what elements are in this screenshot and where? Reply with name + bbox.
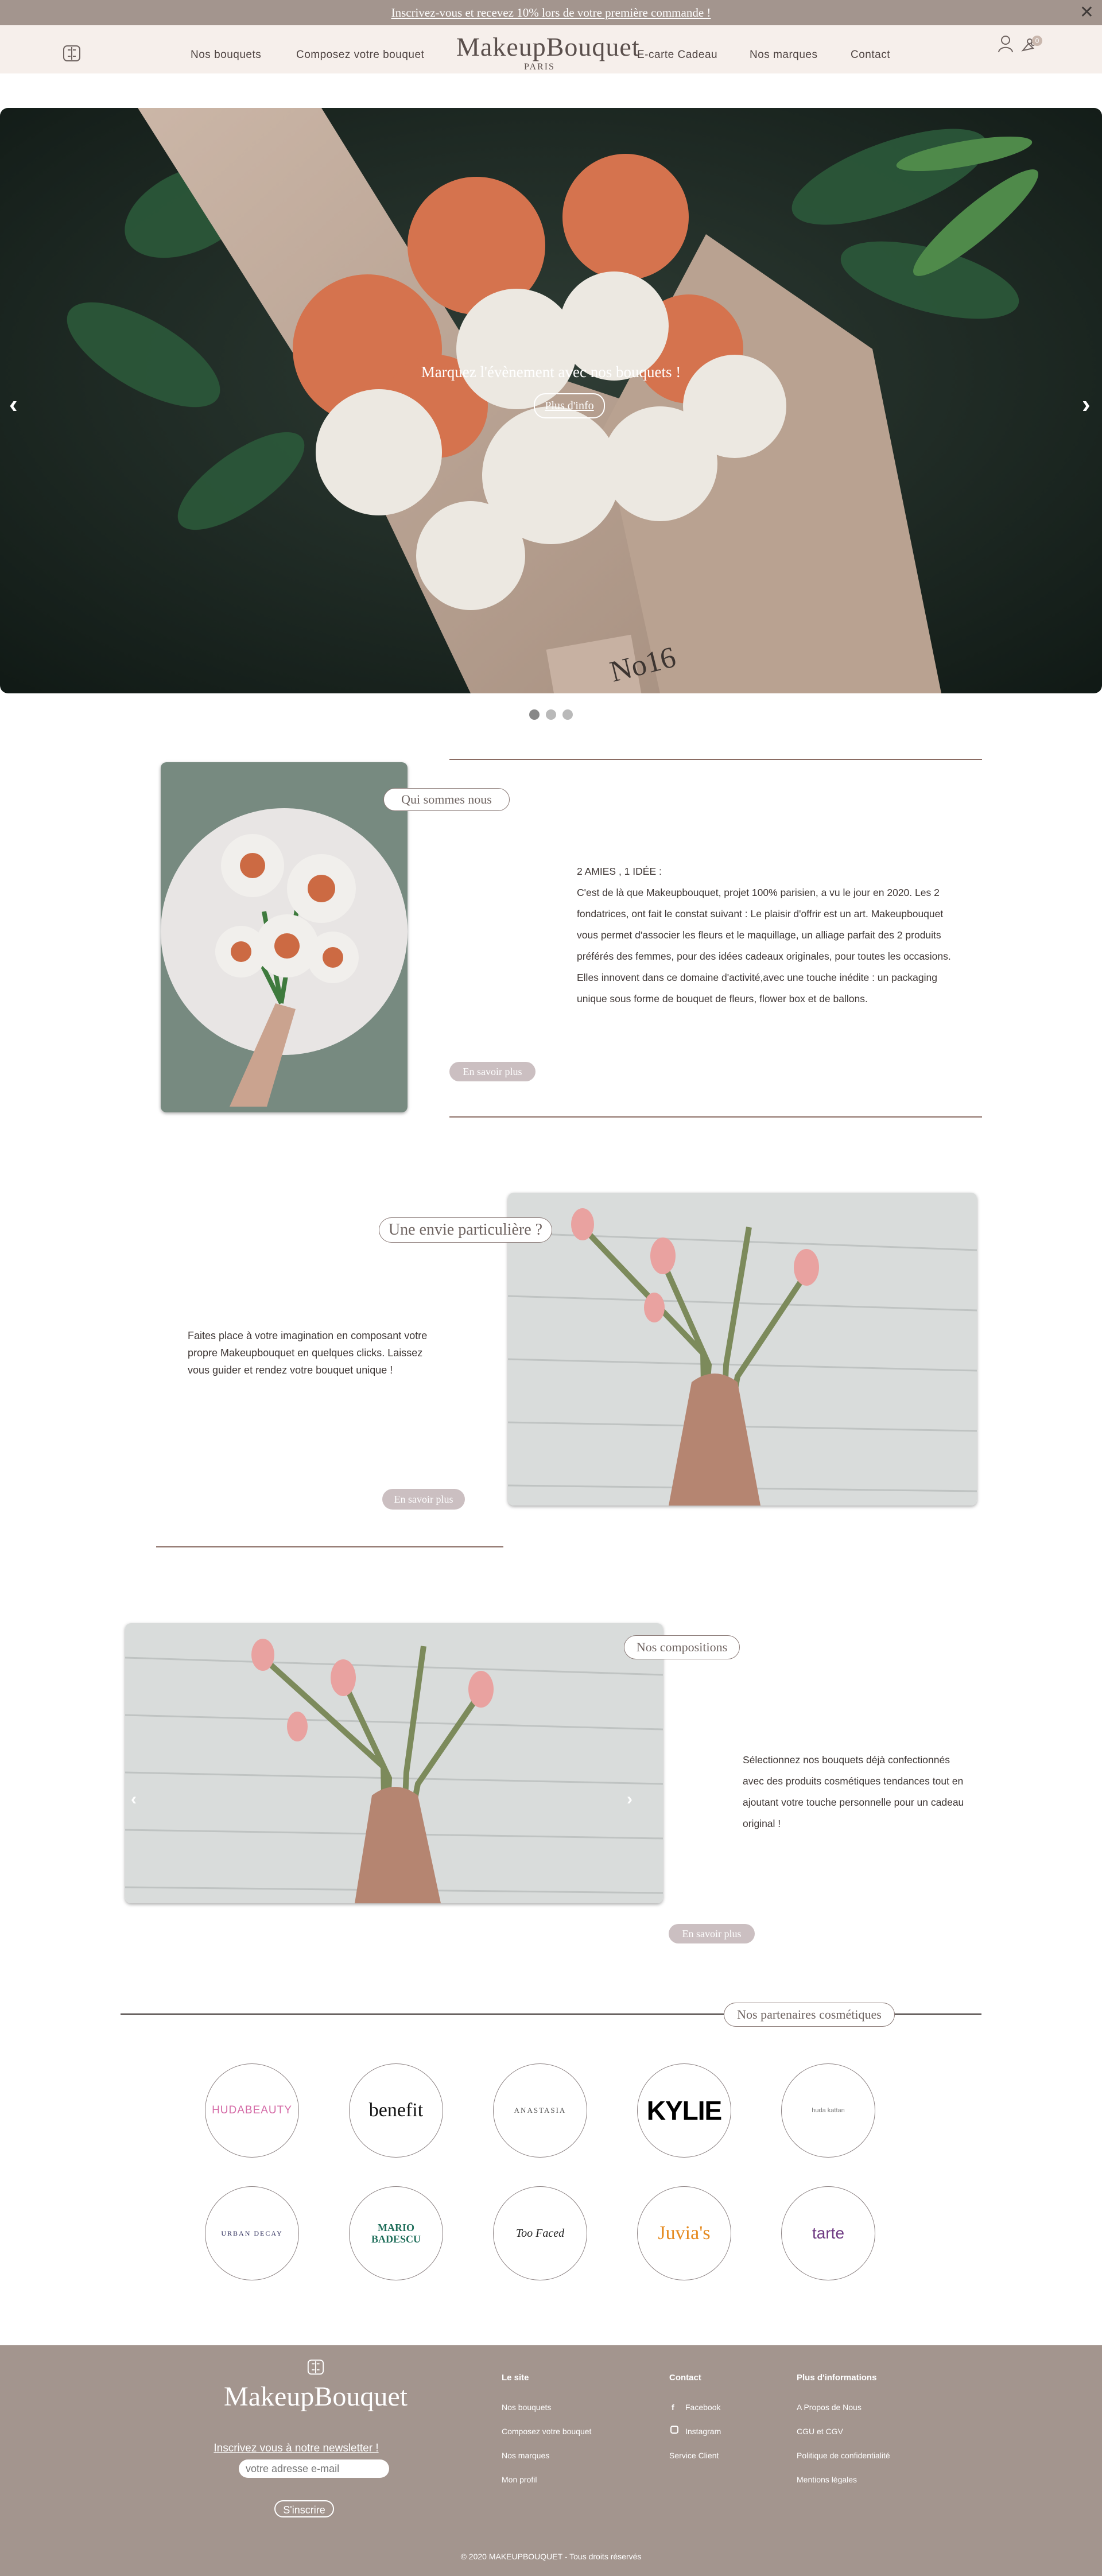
subscribe-button[interactable]: S'inscrire [274,2500,334,2517]
divider [449,759,982,760]
footer-link-confidentialite[interactable]: Politique de confidentialité [797,2451,890,2460]
about-line: Elles innovent dans ce domaine d'activit… [577,972,937,983]
slide-dot-3[interactable] [562,709,573,720]
footer-link-cgu[interactable]: CGU et CGV [797,2427,843,2436]
footer-link-composez[interactable]: Composez votre bouquet [502,2427,591,2436]
compositions-line: original ! [743,1818,781,1829]
footer-col-info-title: Plus d'informations [797,2373,877,2383]
compositions-title: Nos compositions [624,1635,740,1659]
brand-juvias[interactable]: Juvia's [637,2186,731,2280]
slide-dot-2[interactable] [546,709,556,720]
slide-dot-1[interactable] [529,709,540,720]
brand-too-faced[interactable]: Too Faced [493,2186,587,2280]
partners-title: Nos partenaires cosmétiques [724,2003,895,2027]
about-heading: 2 AMIES , 1 IDÉE : [577,866,662,877]
custom-line: propre Makeupbouquet en quelques clicks.… [188,1347,423,1359]
hero-prev-arrow-icon[interactable]: ‹ [9,390,18,419]
footer-link-nos-bouquets[interactable]: Nos bouquets [502,2403,551,2412]
brand-name: ANASTASIA [514,2106,566,2115]
brand-name: KYLIE [646,2096,722,2125]
about-text: 2 AMIES , 1 IDÉE : C'est de là que Makeu… [577,861,990,1010]
about-line: vous permet d'associer les fleurs et le … [577,929,941,941]
brand-mario-badescu[interactable]: MARIO BADESCU [349,2186,443,2280]
footer-link-service-client[interactable]: Service Client [669,2451,719,2460]
about-line: C'est de là que Makeupbouquet, projet 10… [577,887,940,898]
compositions-line: Sélectionnez nos bouquets déjà confectio… [743,1754,950,1766]
divider [156,1546,503,1547]
brand-name: Too Faced [515,2226,565,2240]
cart-count-badge: 0 [1032,36,1042,46]
about-line: unique sous forme de bouquet de fleurs, … [577,993,868,1004]
nav-nos-marques[interactable]: Nos marques [750,25,818,73]
monogram-icon[interactable] [62,44,82,66]
brand-anastasia[interactable]: ANASTASIA [493,2063,587,2158]
footer-link-mon-profil[interactable]: Mon profil [502,2475,537,2484]
about-image [161,762,408,1112]
compositions-more-button[interactable]: En savoir plus [669,1924,755,1943]
custom-line: vous guider et rendez votre bouquet uniq… [188,1364,393,1376]
nav-contact[interactable]: Contact [851,25,890,73]
footer-link-a-propos[interactable]: A Propos de Nous [797,2403,862,2412]
divider [449,1116,982,1118]
instagram-icon [670,2426,678,2434]
site-footer [0,2345,1102,2576]
user-icon[interactable] [998,34,1014,56]
hero-caption: Marquez l'évènement avec nos bouquets ! [421,363,681,381]
custom-text: Faites place à votre imagination en comp… [188,1327,475,1379]
promo-link[interactable]: Inscrivez-vous et recevez 10% lors de vo… [0,0,1102,25]
site-logo[interactable]: MakeupBouquet [456,32,639,62]
nav-ecarte[interactable]: E-carte Cadeau [637,25,717,73]
footer-logo: MakeupBouquet [224,2381,408,2412]
footer-link-instagram[interactable]: Instagram [685,2427,721,2436]
nav-nos-bouquets[interactable]: Nos bouquets [191,25,261,73]
brand-name: Juvia's [658,2222,711,2244]
footer-link-facebook[interactable]: Facebook [685,2403,720,2412]
facebook-icon: f [672,2403,674,2412]
compositions-text: Sélectionnez nos bouquets déjà confectio… [743,1749,995,1834]
site-logo-subtitle: PARIS [524,62,555,72]
brand-benefit[interactable]: benefit [349,2063,443,2158]
newsletter-email-input[interactable] [239,2459,389,2478]
hero-next-arrow-icon[interactable]: › [1082,390,1091,419]
custom-image [508,1193,977,1506]
newsletter-link[interactable]: Inscrivez vous à notre newsletter ! [210,2442,382,2455]
close-icon[interactable]: ✕ [1080,2,1094,23]
brand-kylie[interactable]: KYLIE [637,2063,731,2158]
about-line: fondatrices, ont fait le constat suivant… [577,908,944,920]
about-line: préférés des femmes, pour des idées cade… [577,951,951,962]
about-title: Qui sommes nous [383,788,510,811]
brand-urban-decay[interactable]: URBAN DECAY [205,2186,299,2280]
custom-more-button[interactable]: En savoir plus [382,1489,465,1510]
custom-line: Faites place à votre imagination en comp… [188,1330,428,1341]
about-more-button[interactable]: En savoir plus [449,1062,536,1081]
footer-col-contact-title: Contact [669,2373,701,2383]
brand-name: benefit [368,2100,424,2121]
brand-name: MARIO BADESCU [371,2222,421,2245]
brand-huda-kattan[interactable]: huda kattan [781,2063,875,2158]
custom-title: Une envie particulière ? [379,1217,552,1243]
compositions-next-arrow-icon[interactable]: › [627,1790,633,1809]
hero-more-button[interactable]: Plus d'info [534,393,605,418]
brand-huda-beauty[interactable]: HUDABEAUTY [205,2063,299,2158]
brand-name: URBAN DECAY [221,2229,283,2237]
footer-col-site-title: Le site [502,2373,529,2383]
compositions-prev-arrow-icon[interactable]: ‹ [131,1790,137,1809]
copyright: © 2020 MAKEUPBOUQUET - Tous droits réser… [460,2552,642,2561]
brand-tarte[interactable]: tarte [781,2186,875,2280]
brand-name: huda kattan [812,2107,845,2114]
footer-link-nos-marques[interactable]: Nos marques [502,2451,549,2460]
footer-monogram-icon [306,2358,325,2379]
brand-name: tarte [812,2224,845,2242]
compositions-carousel [125,1623,663,1903]
compositions-line: avec des produits cosmétiques tendances … [743,1775,964,1787]
compositions-line: ajoutant votre touche personnelle pour u… [743,1797,964,1808]
nav-composez[interactable]: Composez votre bouquet [296,25,424,73]
footer-link-mentions[interactable]: Mentions légales [797,2475,857,2484]
brand-name: HUDABEAUTY [212,2104,292,2116]
